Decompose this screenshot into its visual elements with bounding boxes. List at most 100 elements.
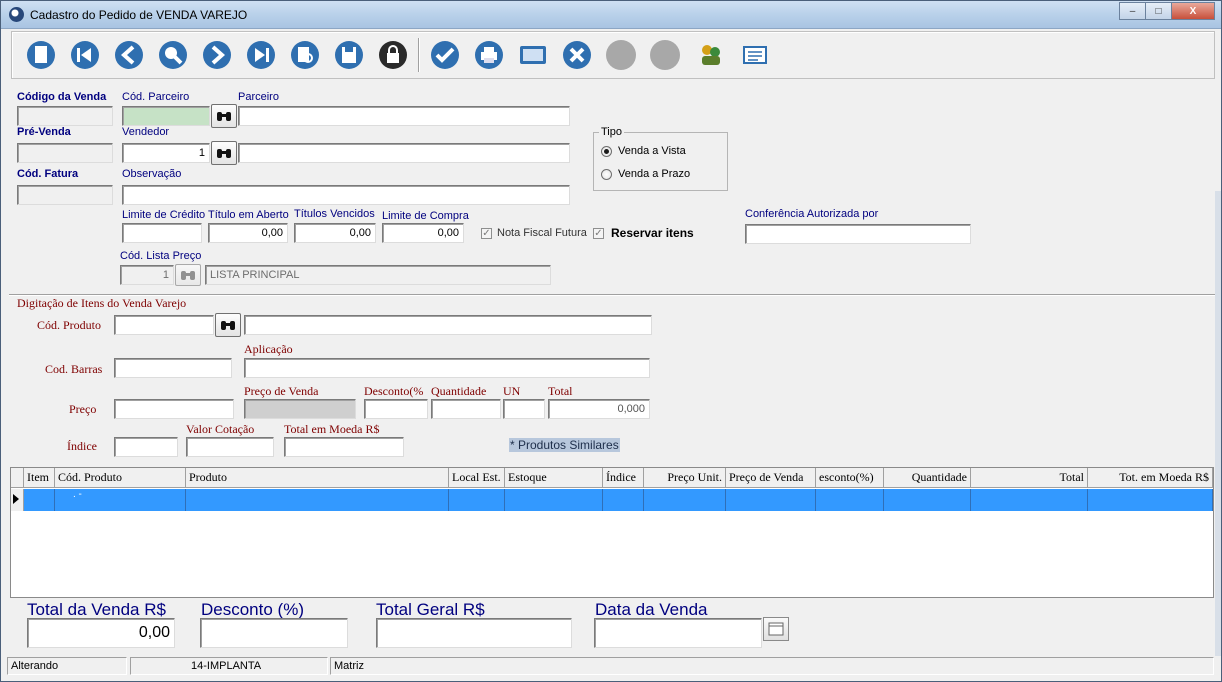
venda-prazo-label: Venda a Prazo — [618, 168, 691, 180]
maximize-button[interactable]: □ — [1145, 2, 1172, 20]
table-row[interactable]: . - — [11, 489, 1213, 511]
minimize-button[interactable]: – — [1119, 2, 1146, 20]
main-window: Cadastro do Pedido de VENDA VAREJO – □ X — [0, 0, 1222, 682]
col-local-est[interactable]: Local Est. — [449, 468, 505, 488]
indice-input[interactable] — [114, 437, 178, 457]
venda-prazo-radio[interactable] — [601, 169, 612, 180]
preco-input[interactable] — [114, 399, 234, 419]
cod-parceiro-input[interactable] — [122, 106, 210, 126]
status-company: 14-IMPLANTA — [130, 657, 328, 675]
cod-barras-label: Cod. Barras — [45, 362, 103, 376]
cod-barras-input[interactable] — [114, 358, 232, 378]
col-produto[interactable]: Produto — [186, 468, 449, 488]
col-preco-venda[interactable]: Preço de Venda — [726, 468, 816, 488]
binoculars-icon — [221, 321, 235, 330]
total-geral-field — [376, 618, 572, 648]
items-section-label: Digitação de Itens do Venda Varejo — [17, 296, 190, 311]
produto-descricao-input[interactable] — [244, 315, 652, 335]
search-produto-button[interactable] — [215, 313, 241, 337]
reservar-itens-checkbox[interactable]: ✓ — [593, 228, 604, 239]
col-item[interactable]: Item — [24, 468, 55, 488]
save-icon[interactable] — [332, 38, 366, 72]
total-geral-label: Total Geral R$ — [376, 600, 485, 619]
vendedor-name-input[interactable] — [238, 143, 570, 163]
cod-parceiro-label: Cód. Parceiro — [122, 91, 190, 103]
tipo-group — [593, 132, 728, 191]
col-total[interactable]: Total — [971, 468, 1088, 488]
next-icon[interactable] — [200, 38, 234, 72]
binoculars-icon — [181, 271, 195, 280]
quantidade-input[interactable] — [431, 399, 501, 419]
tipo-label: Tipo — [599, 126, 624, 138]
items-grid[interactable]: Item Cód. Produto Produto Local Est. Est… — [10, 467, 1214, 598]
col-desconto[interactable]: esconto(%) — [816, 468, 884, 488]
desconto-total-input[interactable] — [200, 618, 348, 648]
confirm-icon[interactable] — [428, 38, 462, 72]
conferencia-label: Conferência Autorizada por — [745, 208, 879, 220]
limite-credito-field[interactable] — [122, 223, 202, 243]
nota-fiscal-futura-checkbox[interactable]: ✓ — [481, 228, 492, 239]
cod-lista-label: Cód. Lista Preço — [120, 250, 202, 262]
titulo-aberto-field[interactable]: 0,00 — [208, 223, 288, 243]
search-lista-button[interactable] — [175, 264, 201, 286]
search-parceiro-button[interactable] — [211, 104, 237, 128]
last-icon[interactable] — [244, 38, 278, 72]
window-edge — [1215, 191, 1221, 656]
aplicacao-input[interactable] — [244, 358, 650, 378]
total-moeda-label: Total em Moeda R$ — [284, 422, 380, 436]
un-input[interactable] — [503, 399, 545, 419]
print-icon[interactable] — [472, 38, 506, 72]
observacao-input[interactable] — [122, 185, 570, 205]
grid-header: Item Cód. Produto Produto Local Est. Est… — [11, 468, 1213, 488]
cancel-icon[interactable] — [560, 38, 594, 72]
lock-icon[interactable] — [376, 38, 410, 72]
toolbar — [11, 31, 1215, 79]
cod-lista-input[interactable]: 1 — [120, 265, 174, 285]
search-icon[interactable] — [156, 38, 190, 72]
status-bar: Alterando 14-IMPLANTA Matriz — [1, 656, 1221, 676]
title-bar: Cadastro do Pedido de VENDA VAREJO – □ X — [1, 1, 1221, 29]
status-branch: Matriz — [330, 657, 1214, 675]
titulos-vencidos-label: Títulos Vencidos — [294, 208, 375, 220]
produtos-similares-link[interactable]: * Produtos Similares — [509, 438, 620, 452]
col-cod-produto[interactable]: Cód. Produto — [55, 468, 186, 488]
valor-cotacao-input[interactable] — [186, 437, 274, 457]
calculator-icon[interactable] — [516, 38, 550, 72]
col-indice[interactable]: Índice — [603, 468, 644, 488]
desconto-input[interactable] — [364, 399, 428, 419]
codigo-venda-label: Código da Venda — [17, 91, 107, 103]
total-moeda-input[interactable] — [284, 437, 404, 457]
calendar-icon — [768, 622, 784, 636]
preco-venda-field — [244, 399, 356, 419]
col-quantidade[interactable]: Quantidade — [884, 468, 971, 488]
limite-compra-label: Limite de Compra — [382, 210, 469, 222]
pre-venda-label: Pré-Venda — [17, 126, 71, 138]
data-venda-input[interactable] — [594, 618, 762, 648]
conferencia-input[interactable] — [745, 224, 971, 244]
col-tot-moeda[interactable]: Tot. em Moeda R$ — [1088, 468, 1213, 488]
parceiro-input[interactable] — [238, 106, 570, 126]
desconto-total-label: Desconto (%) — [201, 600, 304, 619]
cod-fatura-label: Cód. Fatura — [17, 168, 79, 180]
close-button[interactable]: X — [1171, 2, 1215, 20]
parceiro-label: Parceiro — [238, 91, 279, 103]
indice-label: Índice — [67, 439, 97, 453]
col-estoque[interactable]: Estoque — [505, 468, 603, 488]
limite-compra-field[interactable]: 0,00 — [382, 223, 464, 243]
list-icon[interactable] — [738, 38, 772, 72]
un-label: UN — [503, 384, 521, 398]
cod-produto-input[interactable] — [114, 315, 214, 335]
venda-vista-label: Venda a Vista — [618, 145, 686, 157]
venda-vista-radio[interactable] — [601, 146, 612, 157]
previous-icon[interactable] — [112, 38, 146, 72]
new-icon[interactable] — [24, 38, 58, 72]
calendar-button[interactable] — [763, 617, 789, 641]
search-vendedor-button[interactable] — [211, 141, 237, 165]
first-icon[interactable] — [68, 38, 102, 72]
find-icon[interactable] — [288, 38, 322, 72]
vendedor-input[interactable]: 1 — [122, 143, 210, 163]
total-venda-label: Total da Venda R$ — [27, 600, 166, 619]
users-icon[interactable] — [694, 38, 728, 72]
titulos-vencidos-field[interactable]: 0,00 — [294, 223, 376, 243]
col-preco-unit[interactable]: Preço Unit. — [644, 468, 726, 488]
